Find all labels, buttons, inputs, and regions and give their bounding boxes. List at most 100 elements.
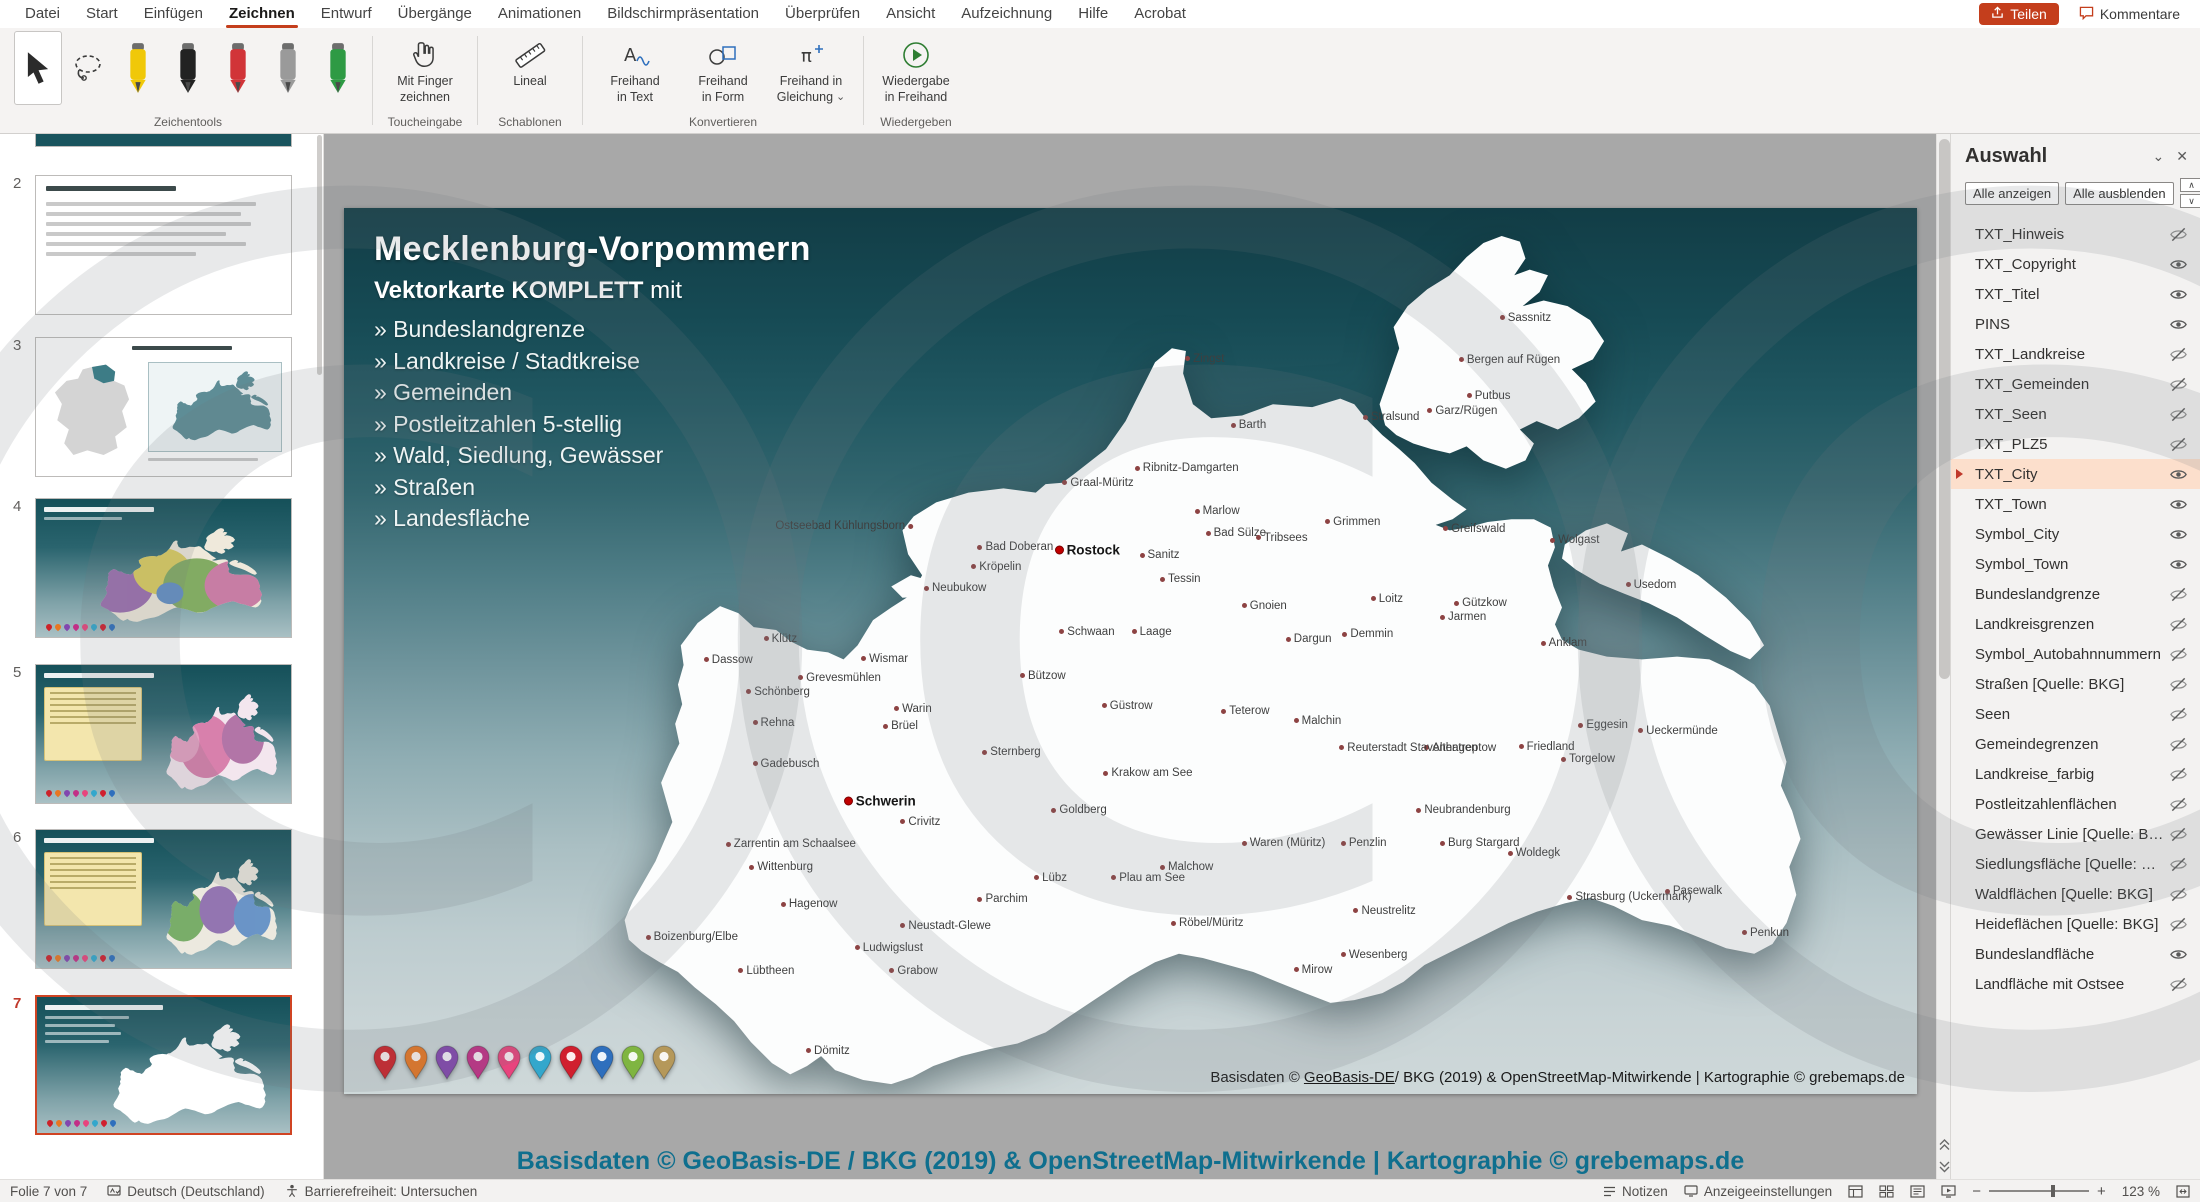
- menu-tab-übergänge[interactable]: Übergänge: [385, 0, 485, 28]
- layer-row-Gemeindegrenzen[interactable]: Gemeindegrenzen: [1951, 729, 2200, 759]
- visibility-off-icon[interactable]: [2164, 405, 2188, 424]
- ink-replay-button[interactable]: Wiedergabe in Freihand: [874, 31, 958, 105]
- visibility-off-icon[interactable]: [2164, 585, 2188, 604]
- visibility-off-icon[interactable]: [2164, 915, 2188, 934]
- layer-row-TXT_Gemeinden[interactable]: TXT_Gemeinden: [1951, 369, 2200, 399]
- view-normal-button[interactable]: [1848, 1185, 1863, 1198]
- menu-tab-hilfe[interactable]: Hilfe: [1065, 0, 1121, 28]
- layer-row-Gewässer Linie [Quelle: BKG][interactable]: Gewässer Linie [Quelle: BKG]: [1951, 819, 2200, 849]
- layer-row-TXT_Copyright[interactable]: TXT_Copyright: [1951, 249, 2200, 279]
- visibility-off-icon[interactable]: [2164, 375, 2188, 394]
- slide-thumbnail-3[interactable]: 3: [35, 337, 292, 477]
- ink-to-text-button[interactable]: A Freihand in Text: [593, 31, 677, 105]
- display-settings-button[interactable]: Anzeigeeinstellungen: [1684, 1184, 1832, 1199]
- zoom-slider[interactable]: [1989, 1190, 2089, 1192]
- visibility-off-icon[interactable]: [2164, 675, 2188, 694]
- comments-button[interactable]: Kommentare: [2073, 5, 2186, 24]
- layer-row-TXT_City[interactable]: TXT_City: [1951, 459, 2200, 489]
- menu-tab-ansicht[interactable]: Ansicht: [873, 0, 948, 28]
- pen-button-5[interactable]: [314, 31, 362, 105]
- layer-row-Symbol_Town[interactable]: Symbol_Town: [1951, 549, 2200, 579]
- menu-tab-acrobat[interactable]: Acrobat: [1121, 0, 1199, 28]
- layer-row-Bundeslandgrenze[interactable]: Bundeslandgrenze: [1951, 579, 2200, 609]
- layer-row-TXT_Titel[interactable]: TXT_Titel: [1951, 279, 2200, 309]
- view-reading-button[interactable]: [1910, 1185, 1925, 1198]
- next-slide-button[interactable]: [1939, 1161, 1950, 1173]
- share-button[interactable]: Teilen: [1979, 3, 2059, 25]
- visibility-off-icon[interactable]: [2164, 615, 2188, 634]
- pen-button-1[interactable]: [114, 31, 162, 105]
- slide-thumbnail-2[interactable]: 2: [35, 175, 292, 315]
- layer-row-TXT_Seen[interactable]: TXT_Seen: [1951, 399, 2200, 429]
- visibility-off-icon[interactable]: [2164, 735, 2188, 754]
- slide-thumbnail-4[interactable]: 4: [35, 498, 292, 638]
- fit-to-window-button[interactable]: [2176, 1185, 2190, 1198]
- slideshow-button[interactable]: [1941, 1185, 1956, 1198]
- menu-tab-start[interactable]: Start: [73, 0, 131, 28]
- hide-all-button[interactable]: Alle ausblenden: [2065, 182, 2174, 205]
- zoom-slider-thumb[interactable]: [2051, 1185, 2055, 1197]
- menu-tab-überprüfen[interactable]: Überprüfen: [772, 0, 873, 28]
- notes-button[interactable]: Notizen: [1603, 1184, 1668, 1199]
- visibility-off-icon[interactable]: [2164, 975, 2188, 994]
- layer-row-TXT_Town[interactable]: TXT_Town: [1951, 489, 2200, 519]
- slide[interactable]: Mecklenburg-Vorpommern Vektorkarte KOMPL…: [344, 208, 1917, 1094]
- menu-tab-datei[interactable]: Datei: [12, 0, 73, 28]
- show-all-button[interactable]: Alle anzeigen: [1965, 182, 2059, 205]
- visibility-off-icon[interactable]: [2164, 345, 2188, 364]
- pen-button-3[interactable]: [214, 31, 262, 105]
- slide-thumbnail-7[interactable]: 7: [35, 995, 292, 1135]
- layer-row-Landkreise_farbig[interactable]: Landkreise_farbig: [1951, 759, 2200, 789]
- visibility-on-icon[interactable]: [2164, 255, 2188, 274]
- layer-row-TXT_Hinweis[interactable]: TXT_Hinweis: [1951, 219, 2200, 249]
- layer-row-Landkreisgrenzen[interactable]: Landkreisgrenzen: [1951, 609, 2200, 639]
- visibility-off-icon[interactable]: [2164, 825, 2188, 844]
- visibility-on-icon[interactable]: [2164, 495, 2188, 514]
- pen-button-4[interactable]: [264, 31, 312, 105]
- visibility-off-icon[interactable]: [2164, 765, 2188, 784]
- scrollbar-thumb[interactable]: [1939, 139, 1950, 679]
- view-sorter-button[interactable]: [1879, 1185, 1894, 1198]
- visibility-off-icon[interactable]: [2164, 225, 2188, 244]
- move-down-button[interactable]: ∨: [2180, 194, 2200, 208]
- layer-row-Symbol_City[interactable]: Symbol_City: [1951, 519, 2200, 549]
- copyright-link[interactable]: GeoBasis-DE: [1304, 1069, 1395, 1086]
- visibility-off-icon[interactable]: [2164, 435, 2188, 454]
- slide-thumbnail-6[interactable]: 6: [35, 829, 292, 969]
- layer-row-Siedlungsfläche [Quelle: BKG][interactable]: Siedlungsfläche [Quelle: BKG]: [1951, 849, 2200, 879]
- layer-row-Waldflächen [Quelle: BKG][interactable]: Waldflächen [Quelle: BKG]: [1951, 879, 2200, 909]
- visibility-on-icon[interactable]: [2164, 525, 2188, 544]
- editing-canvas[interactable]: Mecklenburg-Vorpommern Vektorkarte KOMPL…: [323, 133, 1936, 1179]
- menu-tab-animationen[interactable]: Animationen: [485, 0, 594, 28]
- visibility-off-icon[interactable]: [2164, 705, 2188, 724]
- move-up-button[interactable]: ∧: [2180, 178, 2200, 192]
- menu-tab-bildschirmpräsentation[interactable]: Bildschirmpräsentation: [594, 0, 772, 28]
- visibility-off-icon[interactable]: [2164, 645, 2188, 664]
- visibility-on-icon[interactable]: [2164, 555, 2188, 574]
- pen-button-2[interactable]: [164, 31, 212, 105]
- ink-to-shape-button[interactable]: Freihand in Form: [681, 31, 765, 105]
- layer-row-Straßen [Quelle: BKG][interactable]: Straßen [Quelle: BKG]: [1951, 669, 2200, 699]
- zoom-level[interactable]: 123 %: [2122, 1184, 2160, 1199]
- ink-to-math-button[interactable]: π Freihand in Gleichung⌄: [769, 31, 853, 105]
- menu-tab-zeichnen[interactable]: Zeichnen: [216, 0, 308, 28]
- accessibility-label[interactable]: Barrierefreiheit: Untersuchen: [305, 1184, 478, 1199]
- lasso-select-button[interactable]: [64, 31, 112, 105]
- draw-with-finger-button[interactable]: Mit Finger zeichnen: [383, 31, 467, 105]
- zoom-in-button[interactable]: +: [2097, 1183, 2106, 1200]
- layer-row-TXT_Landkreise[interactable]: TXT_Landkreise: [1951, 339, 2200, 369]
- visibility-on-icon[interactable]: [2164, 945, 2188, 964]
- menu-tab-entwurf[interactable]: Entwurf: [308, 0, 385, 28]
- visibility-on-icon[interactable]: [2164, 285, 2188, 304]
- menu-tab-einfügen[interactable]: Einfügen: [131, 0, 216, 28]
- visibility-off-icon[interactable]: [2164, 795, 2188, 814]
- layer-row-Seen[interactable]: Seen: [1951, 699, 2200, 729]
- layer-row-PINS[interactable]: PINS: [1951, 309, 2200, 339]
- layer-row-Landfläche mit Ostsee[interactable]: Landfläche mit Ostsee: [1951, 969, 2200, 999]
- layer-row-Bundeslandfläche[interactable]: Bundeslandfläche: [1951, 939, 2200, 969]
- previous-slide-button[interactable]: [1939, 1139, 1950, 1151]
- zoom-out-button[interactable]: −: [1972, 1183, 1981, 1200]
- pane-close-icon[interactable]: ✕: [2176, 148, 2188, 165]
- visibility-on-icon[interactable]: [2164, 465, 2188, 484]
- layer-row-Postleitzahlenflächen[interactable]: Postleitzahlenflächen: [1951, 789, 2200, 819]
